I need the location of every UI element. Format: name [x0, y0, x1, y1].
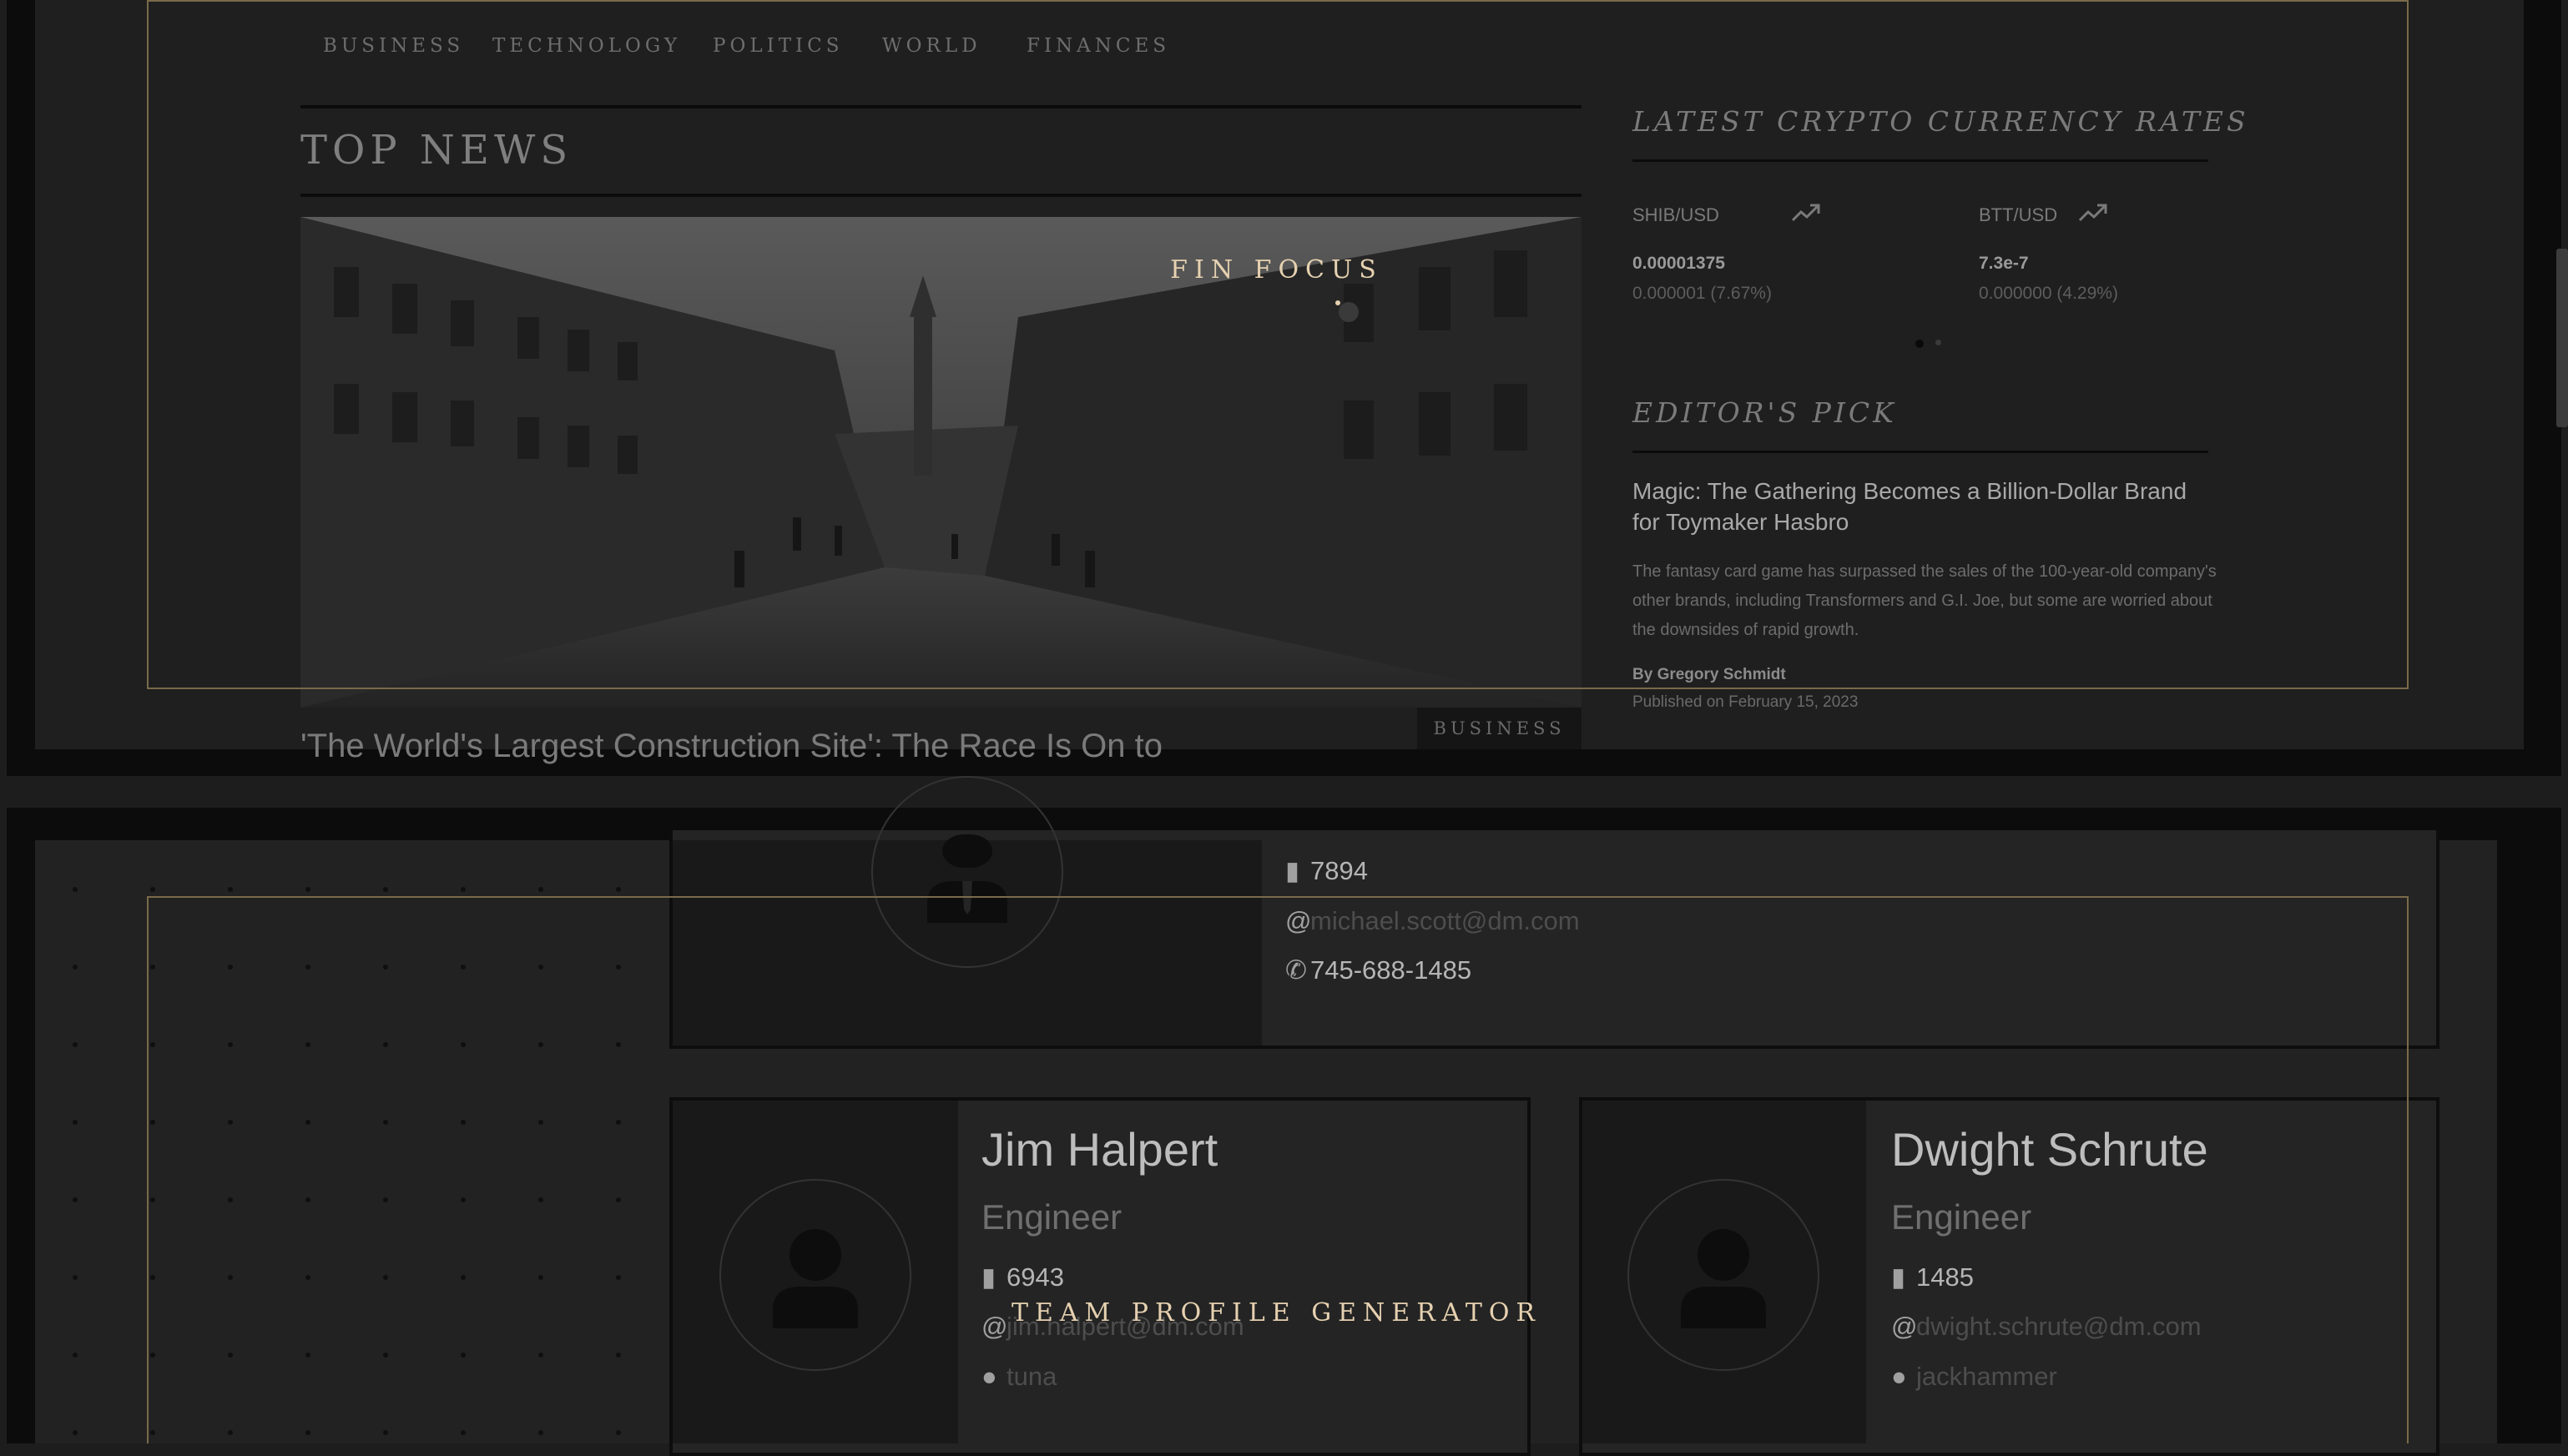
pattern-dot [73, 887, 78, 892]
fin-focus-project-title[interactable]: FIN FOCUS [0, 255, 2553, 285]
team-profile-project-title[interactable]: TEAM PROFILE GENERATOR [0, 1298, 2553, 1328]
pattern-dot [150, 887, 155, 892]
pattern-dot [305, 887, 310, 892]
loading-spinner-icon [1339, 302, 1359, 322]
manager-id-value: 7894 [1310, 856, 1368, 885]
category-badge[interactable]: BUSINESS [1417, 708, 1582, 749]
top-news-headline[interactable]: 'The World's Largest Construction Site':… [300, 728, 1163, 765]
manager-id: ▮ 7894 [1285, 856, 1368, 886]
pattern-dot [73, 1275, 78, 1280]
team-profile-hover-overlay[interactable] [147, 896, 2409, 1443]
pattern-dot [73, 1430, 78, 1435]
fin-focus-hover-overlay[interactable] [147, 0, 2409, 689]
pattern-dot [538, 887, 543, 892]
id-badge-icon: ▮ [1285, 856, 1300, 885]
page-scrollbar[interactable] [2556, 249, 2568, 427]
pattern-dot [228, 887, 233, 892]
pattern-dot [73, 1353, 78, 1358]
pattern-dot [461, 887, 466, 892]
loading-dot-icon [1335, 300, 1340, 305]
category-badge-label: BUSINESS [1433, 718, 1566, 738]
pattern-dot [383, 887, 388, 892]
pattern-dot [73, 1042, 78, 1047]
editors-pick-date: Published on February 15, 2023 [1632, 693, 1859, 711]
pattern-dot [73, 1197, 78, 1202]
pattern-dot [616, 887, 621, 892]
pattern-dot [73, 1120, 78, 1125]
pattern-dot [73, 965, 78, 970]
